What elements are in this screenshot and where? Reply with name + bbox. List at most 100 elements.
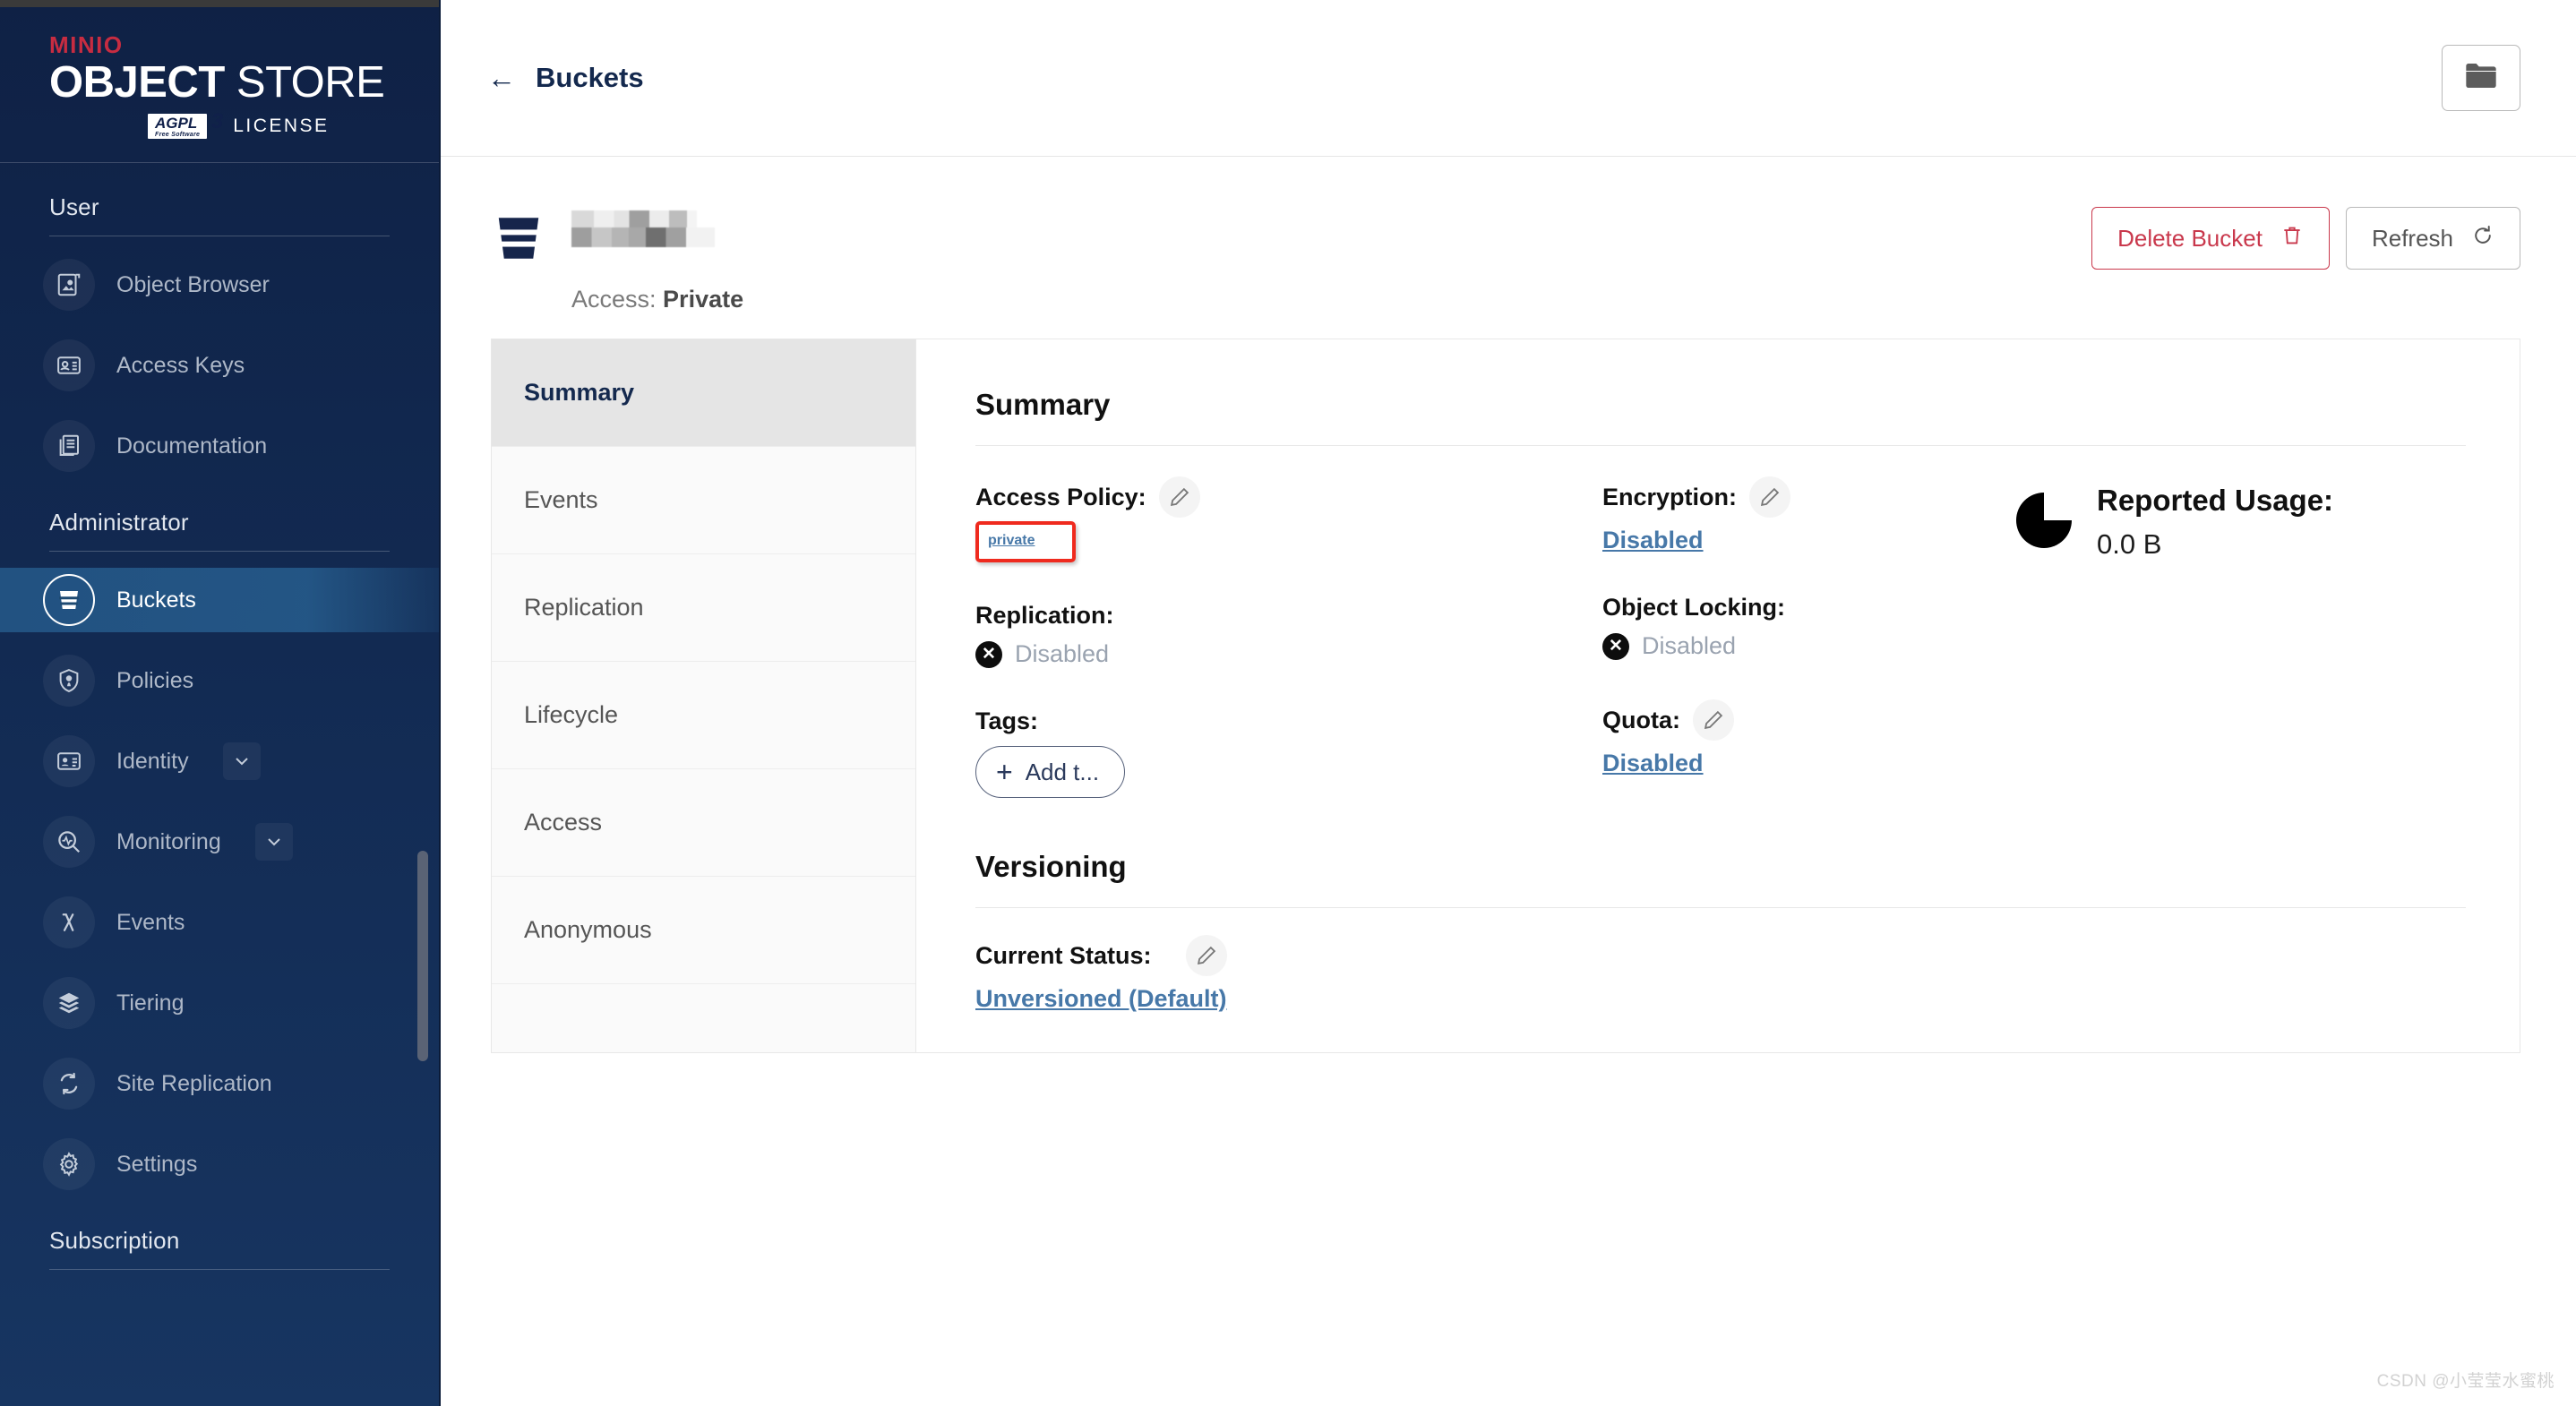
access-policy-value-link[interactable]: private [988,533,1035,548]
sidebar-item-documentation[interactable]: Documentation [0,414,439,478]
layers-icon [43,977,95,1030]
sidebar-section-user: User [49,193,99,221]
bucket-access-status: Access: Private [571,286,743,313]
sidebar-item-monitoring[interactable]: Monitoring [0,810,439,874]
object-locking-status: ✕ Disabled [1602,632,1988,660]
refresh-icon [2471,223,2494,254]
folder-button[interactable] [2442,45,2520,111]
sidebar-item-tiering[interactable]: Tiering [0,971,439,1035]
shield-lock-icon [43,655,95,707]
sidebar-item-access-keys[interactable]: Access Keys [0,333,439,398]
tab-access[interactable]: Access [492,769,915,877]
tags-field: Tags: + Add t... [975,707,1602,798]
sidebar-item-policies[interactable]: Policies [0,648,439,713]
page-header: ← Buckets [441,0,2576,157]
sidebar-scrollbar-thumb[interactable] [417,851,428,1061]
tab-anonymous[interactable]: Anonymous [492,877,915,984]
replication-value: Disabled [1015,640,1110,667]
identity-card-icon [43,735,95,788]
summary-grid: Access Policy: private Replication: ✕ Di… [975,476,2466,837]
minio-wordmark: MINIO [49,31,124,58]
summary-column-middle: Encryption: Disabled Object Locking: ✕ D… [1602,476,1988,837]
quota-label-row: Quota: [1602,699,1988,741]
quota-field: Quota: Disabled [1602,699,1988,777]
sidebar-item-object-browser[interactable]: Object Browser [0,253,439,317]
tab-events[interactable]: Events [492,447,915,554]
lambda-icon [43,896,95,949]
tab-label: Summary [524,379,635,406]
tab-lifecycle[interactable]: Lifecycle [492,662,915,769]
sidebar-section-rule [49,1269,390,1271]
agpl-text: AGPL [155,115,198,133]
agpl-subtext: Free Software [155,131,201,138]
page-title: Buckets [536,62,644,93]
reported-usage-label: Reported Usage: [2097,484,2334,517]
object-store-wordmark: OBJECT STORE [49,57,439,107]
chevron-down-icon[interactable] [222,742,261,781]
current-status-label-row: Current Status: [975,935,2466,976]
sidebar-item-buckets[interactable]: Buckets [0,568,439,633]
bucket-header: Access: Private Delete Bucket Refresh [441,157,2576,313]
access-policy-label: Access Policy: [975,483,1146,510]
license-row: AGPL Free Software 3 LICENSE [49,110,439,140]
tags-label: Tags: [975,707,1039,734]
access-policy-label-row: Access Policy: [975,476,1602,518]
sidebar-item-label: Settings [116,1151,198,1177]
tab-label: Access [524,809,603,836]
encryption-label-row: Encryption: [1602,476,1988,518]
folder-icon [2463,61,2499,96]
summary-panel: Summary Access Policy: private Replicati… [916,339,2520,1052]
summary-column-right: Reported Usage: 0.0 B [1988,476,2466,837]
chevron-down-icon[interactable] [254,823,293,862]
app-root: MINIO OBJECT STORE AGPL Free Software 3 … [0,0,2576,1406]
tab-summary[interactable]: Summary [492,339,915,447]
back-arrow-icon[interactable]: ← [487,64,516,92]
object-browser-icon [43,259,95,312]
store-word: STORE [236,57,385,107]
sidebar-section-rule [49,551,390,553]
bucket-icon [491,210,546,270]
sidebar-item-site-replication[interactable]: Site Replication [0,1051,439,1116]
sidebar-item-label: Events [116,909,185,935]
sidebar-item-settings[interactable]: Settings [0,1132,439,1196]
current-status-value-link[interactable]: Unversioned (Default) [975,985,1227,1012]
pencil-icon[interactable] [1693,699,1734,741]
add-tag-button[interactable]: + Add t... [975,746,1126,798]
sidebar-item-label: Identity [116,748,189,774]
x-circle-icon: ✕ [1602,632,1629,660]
versioning-title: Versioning [975,850,1127,883]
bucket-access-label: Access: [571,286,657,313]
trash-icon [2280,223,2304,254]
delete-bucket-button[interactable]: Delete Bucket [2091,207,2330,270]
encryption-value-wrap: Disabled [1602,527,1988,554]
encryption-value-link[interactable]: Disabled [1602,527,1704,553]
sidebar-item-events[interactable]: Events [0,890,439,955]
bucket-access-value: Private [663,286,744,313]
bucket-actions: Delete Bucket Refresh [2091,207,2520,270]
bucket-icon [43,574,95,627]
sidebar-item-identity[interactable]: Identity [0,729,439,793]
bucket-identity: Access: Private [491,207,743,313]
access-policy-highlight-box: private [975,521,1077,562]
pencil-icon[interactable] [1749,476,1791,518]
delete-bucket-label: Delete Bucket [2117,224,2263,252]
reported-usage-field: Reported Usage: 0.0 B [2016,476,2466,561]
tab-label: Events [524,486,598,513]
pencil-icon[interactable] [1158,476,1200,518]
sidebar-item-label: Access Keys [116,352,245,378]
sidebar-section-subscription: Subscription [49,1227,180,1255]
quota-value-link[interactable]: Disabled [1602,750,1704,776]
bucket-tab-list: Summary Events Replication Lifecycle Acc… [492,339,916,1052]
sidebar-item-label: Tiering [116,990,185,1016]
refresh-button[interactable]: Refresh [2345,207,2520,270]
object-locking-field: Object Locking: ✕ Disabled [1602,594,1988,660]
summary-title: Summary [975,388,1111,421]
tab-replication[interactable]: Replication [492,554,915,662]
breadcrumb[interactable]: ← Buckets [487,62,644,94]
sidebar-scrollbar-track[interactable] [417,0,434,1406]
tab-label: Anonymous [524,916,652,943]
sidebar-item-label: Buckets [116,587,196,613]
pencil-icon[interactable] [1185,935,1227,976]
encryption-label: Encryption: [1602,483,1738,510]
versioning-divider [975,907,2466,908]
